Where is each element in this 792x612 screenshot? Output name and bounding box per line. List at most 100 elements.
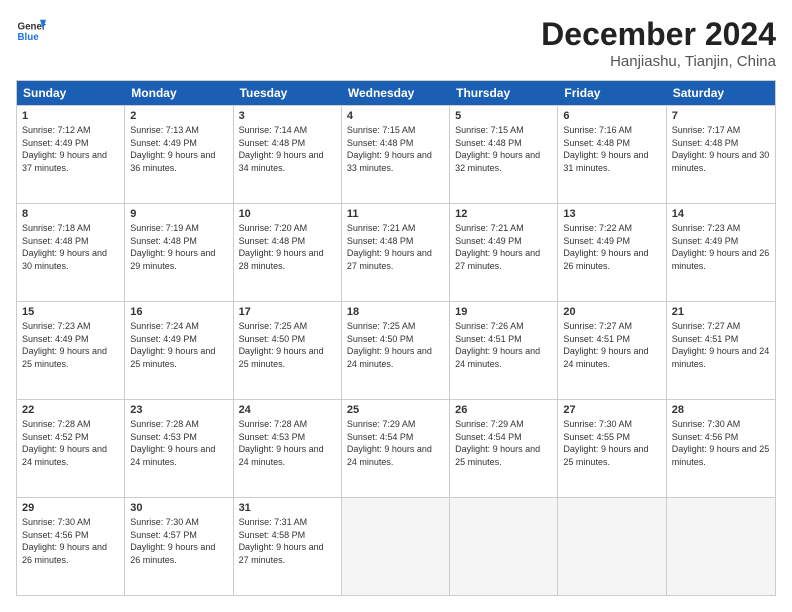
cell-info: Sunrise: 7:25 AMSunset: 4:50 PMDaylight:…: [239, 320, 336, 370]
calendar-cell: 26Sunrise: 7:29 AMSunset: 4:54 PMDayligh…: [450, 400, 558, 497]
cell-info: Sunrise: 7:15 AMSunset: 4:48 PMDaylight:…: [347, 124, 444, 174]
logo: General Blue: [16, 16, 46, 46]
calendar-header: SundayMondayTuesdayWednesdayThursdayFrid…: [17, 81, 775, 105]
svg-text:Blue: Blue: [18, 32, 40, 43]
calendar-cell: [667, 498, 775, 595]
day-number: 9: [130, 208, 227, 220]
day-number: 19: [455, 306, 552, 318]
cell-info: Sunrise: 7:27 AMSunset: 4:51 PMDaylight:…: [563, 320, 660, 370]
calendar-row: 29Sunrise: 7:30 AMSunset: 4:56 PMDayligh…: [17, 497, 775, 595]
calendar-cell: 1 Sunrise: 7:12 AMSunset: 4:49 PMDaylight…: [17, 106, 125, 203]
calendar-row: 15 Sunrise: 7:23 AMSunset: 4:49 PMDayligh…: [17, 301, 775, 399]
month-title: December 2024: [541, 16, 776, 53]
day-number: 8: [22, 208, 119, 220]
day-number: 18: [347, 306, 444, 318]
calendar-cell: [342, 498, 450, 595]
cell-info: Sunrise: 7:23 AMSunset: 4:49 PMDaylight:…: [672, 222, 770, 272]
cell-info: Sunrise: 7:19 AMSunset: 4:48 PMDaylight:…: [130, 222, 227, 272]
day-number: 20: [563, 306, 660, 318]
cell-info: Sunrise: 7:13 AMSunset: 4:49 PMDaylight:…: [130, 124, 227, 174]
day-number: 31: [239, 502, 336, 514]
day-number: 2: [130, 110, 227, 122]
cell-info: Sunrise: 7:20 AMSunset: 4:48 PMDaylight:…: [239, 222, 336, 272]
day-number: 17: [239, 306, 336, 318]
weekday-header: Thursday: [450, 81, 558, 105]
calendar-cell: 30 Sunrise: 7:30 AMSunset: 4:57 PMDayligh…: [125, 498, 233, 595]
cell-info: Sunrise: 7:27 AMSunset: 4:51 PMDaylight:…: [672, 320, 770, 370]
calendar-cell: 12 Sunrise: 7:21 AMSunset: 4:49 PMDayligh…: [450, 204, 558, 301]
cell-info: Sunrise: 7:30 AMSunset: 4:57 PMDaylight:…: [130, 516, 227, 566]
calendar-cell: 9 Sunrise: 7:19 AMSunset: 4:48 PMDaylight…: [125, 204, 233, 301]
cell-info: Sunrise: 7:21 AMSunset: 4:48 PMDaylight:…: [347, 222, 444, 272]
calendar-row: 22Sunrise: 7:28 AMSunset: 4:52 PMDayligh…: [17, 399, 775, 497]
cell-info: Sunrise: 7:17 AMSunset: 4:48 PMDaylight:…: [672, 124, 770, 174]
cell-info: Sunrise: 7:18 AMSunset: 4:48 PMDaylight:…: [22, 222, 119, 272]
calendar-cell: 15 Sunrise: 7:23 AMSunset: 4:49 PMDayligh…: [17, 302, 125, 399]
day-number: 6: [563, 110, 660, 122]
calendar-body: 1 Sunrise: 7:12 AMSunset: 4:49 PMDaylight…: [17, 105, 775, 595]
cell-info: Sunrise: 7:15 AMSunset: 4:48 PMDaylight:…: [455, 124, 552, 174]
day-number: 26: [455, 404, 552, 416]
weekday-header: Saturday: [667, 81, 775, 105]
calendar-cell: 6 Sunrise: 7:16 AMSunset: 4:48 PMDaylight…: [558, 106, 666, 203]
calendar-row: 8 Sunrise: 7:18 AMSunset: 4:48 PMDaylight…: [17, 203, 775, 301]
cell-info: Sunrise: 7:25 AMSunset: 4:50 PMDaylight:…: [347, 320, 444, 370]
calendar-cell: 27 Sunrise: 7:30 AMSunset: 4:55 PMDayligh…: [558, 400, 666, 497]
calendar-cell: 23 Sunrise: 7:28 AMSunset: 4:53 PMDayligh…: [125, 400, 233, 497]
page: General Blue December 2024 Hanjiashu, Ti…: [0, 0, 792, 612]
day-number: 30: [130, 502, 227, 514]
weekday-header: Monday: [125, 81, 233, 105]
cell-info: Sunrise: 7:24 AMSunset: 4:49 PMDaylight:…: [130, 320, 227, 370]
day-number: 24: [239, 404, 336, 416]
calendar-cell: 13Sunrise: 7:22 AMSunset: 4:49 PMDayligh…: [558, 204, 666, 301]
day-number: 13: [563, 208, 660, 220]
cell-info: Sunrise: 7:16 AMSunset: 4:48 PMDaylight:…: [563, 124, 660, 174]
calendar-cell: [558, 498, 666, 595]
cell-info: Sunrise: 7:12 AMSunset: 4:49 PMDaylight:…: [22, 124, 119, 174]
cell-info: Sunrise: 7:30 AMSunset: 4:55 PMDaylight:…: [563, 418, 660, 468]
cell-info: Sunrise: 7:14 AMSunset: 4:48 PMDaylight:…: [239, 124, 336, 174]
calendar-cell: 21 Sunrise: 7:27 AMSunset: 4:51 PMDayligh…: [667, 302, 775, 399]
day-number: 28: [672, 404, 770, 416]
day-number: 14: [672, 208, 770, 220]
calendar-cell: 11Sunrise: 7:21 AMSunset: 4:48 PMDayligh…: [342, 204, 450, 301]
cell-info: Sunrise: 7:21 AMSunset: 4:49 PMDaylight:…: [455, 222, 552, 272]
calendar-cell: 17 Sunrise: 7:25 AMSunset: 4:50 PMDayligh…: [234, 302, 342, 399]
header: General Blue December 2024 Hanjiashu, Ti…: [16, 16, 776, 70]
day-number: 16: [130, 306, 227, 318]
weekday-header: Wednesday: [342, 81, 450, 105]
cell-info: Sunrise: 7:28 AMSunset: 4:53 PMDaylight:…: [130, 418, 227, 468]
day-number: 5: [455, 110, 552, 122]
cell-info: Sunrise: 7:31 AMSunset: 4:58 PMDaylight:…: [239, 516, 336, 566]
calendar-cell: 29Sunrise: 7:30 AMSunset: 4:56 PMDayligh…: [17, 498, 125, 595]
weekday-header: Sunday: [17, 81, 125, 105]
day-number: 23: [130, 404, 227, 416]
calendar-cell: 3 Sunrise: 7:14 AMSunset: 4:48 PMDaylight…: [234, 106, 342, 203]
calendar: SundayMondayTuesdayWednesdayThursdayFrid…: [16, 80, 776, 596]
calendar-cell: 28 Sunrise: 7:30 AMSunset: 4:56 PMDayligh…: [667, 400, 775, 497]
day-number: 7: [672, 110, 770, 122]
cell-info: Sunrise: 7:30 AMSunset: 4:56 PMDaylight:…: [672, 418, 770, 468]
day-number: 22: [22, 404, 119, 416]
calendar-row: 1 Sunrise: 7:12 AMSunset: 4:49 PMDaylight…: [17, 105, 775, 203]
calendar-cell: 16 Sunrise: 7:24 AMSunset: 4:49 PMDayligh…: [125, 302, 233, 399]
weekday-header: Tuesday: [234, 81, 342, 105]
day-number: 1: [22, 110, 119, 122]
calendar-cell: 2 Sunrise: 7:13 AMSunset: 4:49 PMDaylight…: [125, 106, 233, 203]
logo-icon: General Blue: [16, 16, 46, 46]
cell-info: Sunrise: 7:23 AMSunset: 4:49 PMDaylight:…: [22, 320, 119, 370]
title-block: December 2024 Hanjiashu, Tianjin, China: [541, 16, 776, 70]
day-number: 3: [239, 110, 336, 122]
day-number: 15: [22, 306, 119, 318]
day-number: 4: [347, 110, 444, 122]
cell-info: Sunrise: 7:29 AMSunset: 4:54 PMDaylight:…: [347, 418, 444, 468]
day-number: 29: [22, 502, 119, 514]
calendar-cell: 20 Sunrise: 7:27 AMSunset: 4:51 PMDayligh…: [558, 302, 666, 399]
weekday-header: Friday: [558, 81, 666, 105]
day-number: 12: [455, 208, 552, 220]
calendar-cell: 19 Sunrise: 7:26 AMSunset: 4:51 PMDayligh…: [450, 302, 558, 399]
cell-info: Sunrise: 7:26 AMSunset: 4:51 PMDaylight:…: [455, 320, 552, 370]
day-number: 21: [672, 306, 770, 318]
calendar-cell: 4 Sunrise: 7:15 AMSunset: 4:48 PMDaylight…: [342, 106, 450, 203]
day-number: 27: [563, 404, 660, 416]
